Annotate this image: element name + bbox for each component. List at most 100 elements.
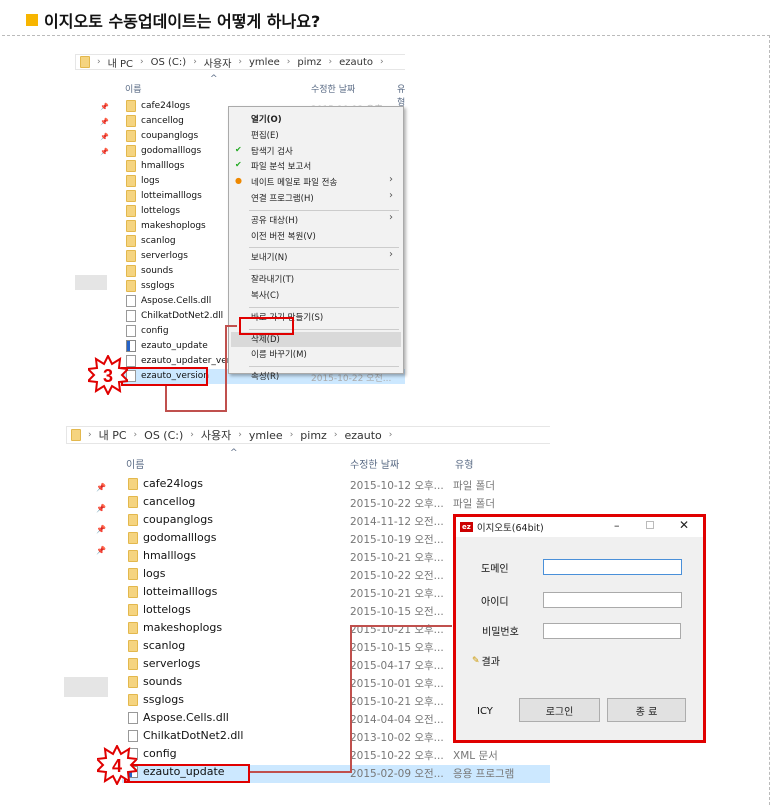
nav-pane-selected[interactable] [75,275,107,290]
breadcrumb-item[interactable]: OS (C:) [144,429,183,442]
file-row[interactable]: hmalllogs [126,160,184,172]
file-row[interactable]: lottelogs [128,603,191,616]
v3-icon: ✔ [235,144,242,154]
file-name: cancellog [143,495,196,508]
file-row[interactable]: cafe24logs [126,100,190,112]
date-cell: 2013-10-02 오후... [350,732,444,744]
file-row[interactable]: godomalllogs [128,531,217,544]
breadcrumb-item[interactable]: 사용자 [201,427,231,443]
menu-item[interactable]: 보내기(N) [251,251,287,263]
nav-pane-selected[interactable] [64,677,108,697]
file-row[interactable]: coupanglogs [126,130,198,142]
file-row[interactable]: makeshoplogs [128,621,222,634]
file-row[interactable]: sounds [126,265,173,277]
file-row[interactable]: ssglogs [128,693,184,706]
menu-item[interactable]: 복사(C) [251,289,279,301]
column-date[interactable]: 수정한 날짜 [311,82,355,95]
column-type[interactable]: 유형 [455,456,473,471]
maximize-button[interactable] [646,521,654,529]
file-row[interactable]: cancellog [126,115,184,127]
menu-item[interactable]: 이름 바꾸기(M) [251,348,307,360]
file-name: logs [141,176,160,186]
file-row[interactable]: hmalllogs [128,549,196,562]
menu-item[interactable]: 열기(O) [251,113,282,125]
file-row[interactable]: serverlogs [128,657,200,670]
file-row[interactable]: lotteimalllogs [128,585,217,598]
folder-icon [80,56,90,68]
highlight-box [124,764,250,783]
date-cell: 2015-10-15 오전... [350,606,444,618]
menu-item[interactable]: 공유 대상(H) [251,214,298,226]
type-cell: 파일 폴더 [453,498,495,510]
menu-item[interactable]: 편집(E) [251,129,279,141]
folder-icon [126,160,136,172]
domain-input[interactable] [543,559,682,575]
column-name[interactable]: 이름 [125,82,142,95]
close-button[interactable]: ✕ [679,518,689,532]
menu-item[interactable]: 파일 분석 보고서 [251,160,311,172]
breadcrumb-item[interactable]: ezauto [344,429,381,442]
file-row[interactable]: coupanglogs [128,513,213,526]
arrow-line [225,325,237,327]
file-row[interactable]: ssglogs [126,280,175,292]
bullet-icon [26,14,38,26]
file-row[interactable]: cancellog [128,495,195,508]
file-row[interactable]: lottelogs [126,205,180,217]
folder-icon [126,265,136,277]
file-row[interactable]: logs [126,175,159,187]
breadcrumb-item[interactable]: 사용자 [204,55,232,70]
login-button[interactable]: 로그인 [519,698,600,722]
breadcrumb-item[interactable]: 내 PC [99,427,127,443]
file-row[interactable]: ChilkatDotNet2.dll [128,729,243,742]
column-name[interactable]: 이름 [126,456,144,471]
password-input[interactable] [543,623,681,639]
type-cell: 파일 폴더 [453,480,495,492]
breadcrumb[interactable]: › 내 PC › OS (C:) › 사용자 › ymlee › pimz › ezauto › [66,426,550,444]
folder-icon [128,549,138,562]
chevron-right-icon: › [389,190,393,201]
breadcrumb[interactable]: › 내 PC › OS (C:) › 사용자 › ymlee › pimz › ezauto › [75,54,405,70]
file-row[interactable]: logs [128,567,166,580]
breadcrumb-item[interactable]: ymlee [249,57,280,68]
breadcrumb-item[interactable]: ezauto [339,57,373,68]
breadcrumb-item[interactable]: OS (C:) [151,57,187,68]
file-row[interactable]: Aspose.Cells.dll [128,711,229,724]
file-row[interactable]: scanlog [126,235,176,247]
minimize-button[interactable]: – [614,519,620,532]
menu-item[interactable]: 이전 버전 복원(V) [251,230,316,242]
folder-icon [128,693,138,706]
breadcrumb-item[interactable]: 내 PC [108,55,133,70]
file-row[interactable]: godomalllogs [126,145,201,157]
menu-item[interactable]: 네이트 메일로 파일 전송 [251,176,337,188]
page-title: 이지오토 수동업데이트는 어떻게 하나요? [26,8,320,32]
file-row[interactable]: ChilkatDotNet2.dll [126,310,223,322]
id-input[interactable] [543,592,682,608]
file-row[interactable]: config [126,325,169,337]
date-cell: 2015-02-09 오전... [350,768,444,780]
menu-item[interactable]: 탐색기 검사 [251,145,293,157]
menu-item[interactable]: 잘라내기(T) [251,273,294,285]
file-row[interactable]: cafe24logs [128,477,203,490]
file-icon [126,325,136,337]
menu-item[interactable]: 연결 프로그램(H) [251,192,314,204]
date-cell: 2015-10-01 오후... [350,678,444,690]
menu-item[interactable]: 속성(R) [251,370,279,382]
breadcrumb-item[interactable]: pimz [300,429,327,442]
file-row[interactable]: serverlogs [126,250,188,262]
file-row[interactable]: makeshoplogs [126,220,206,232]
file-row[interactable]: sounds [128,675,182,688]
file-name: Aspose.Cells.dll [143,711,229,724]
dialog-title: 이지오토(64bit) [476,523,544,534]
file-row[interactable]: Aspose.Cells.dll [126,295,211,307]
arrow-line [350,625,452,627]
breadcrumb-item[interactable]: ymlee [249,429,283,442]
chevron-right-icon: › [286,57,291,67]
breadcrumb-item[interactable]: pimz [297,57,321,68]
file-row[interactable]: ezauto_update [126,340,208,352]
column-date[interactable]: 수정한 날짜 [350,456,399,471]
file-row[interactable]: scanlog [128,639,185,652]
column-type[interactable]: 유형 [397,82,405,108]
exit-button[interactable]: 종 료 [607,698,686,722]
folder-icon [128,585,138,598]
file-row[interactable]: lotteimalllogs [126,190,202,202]
